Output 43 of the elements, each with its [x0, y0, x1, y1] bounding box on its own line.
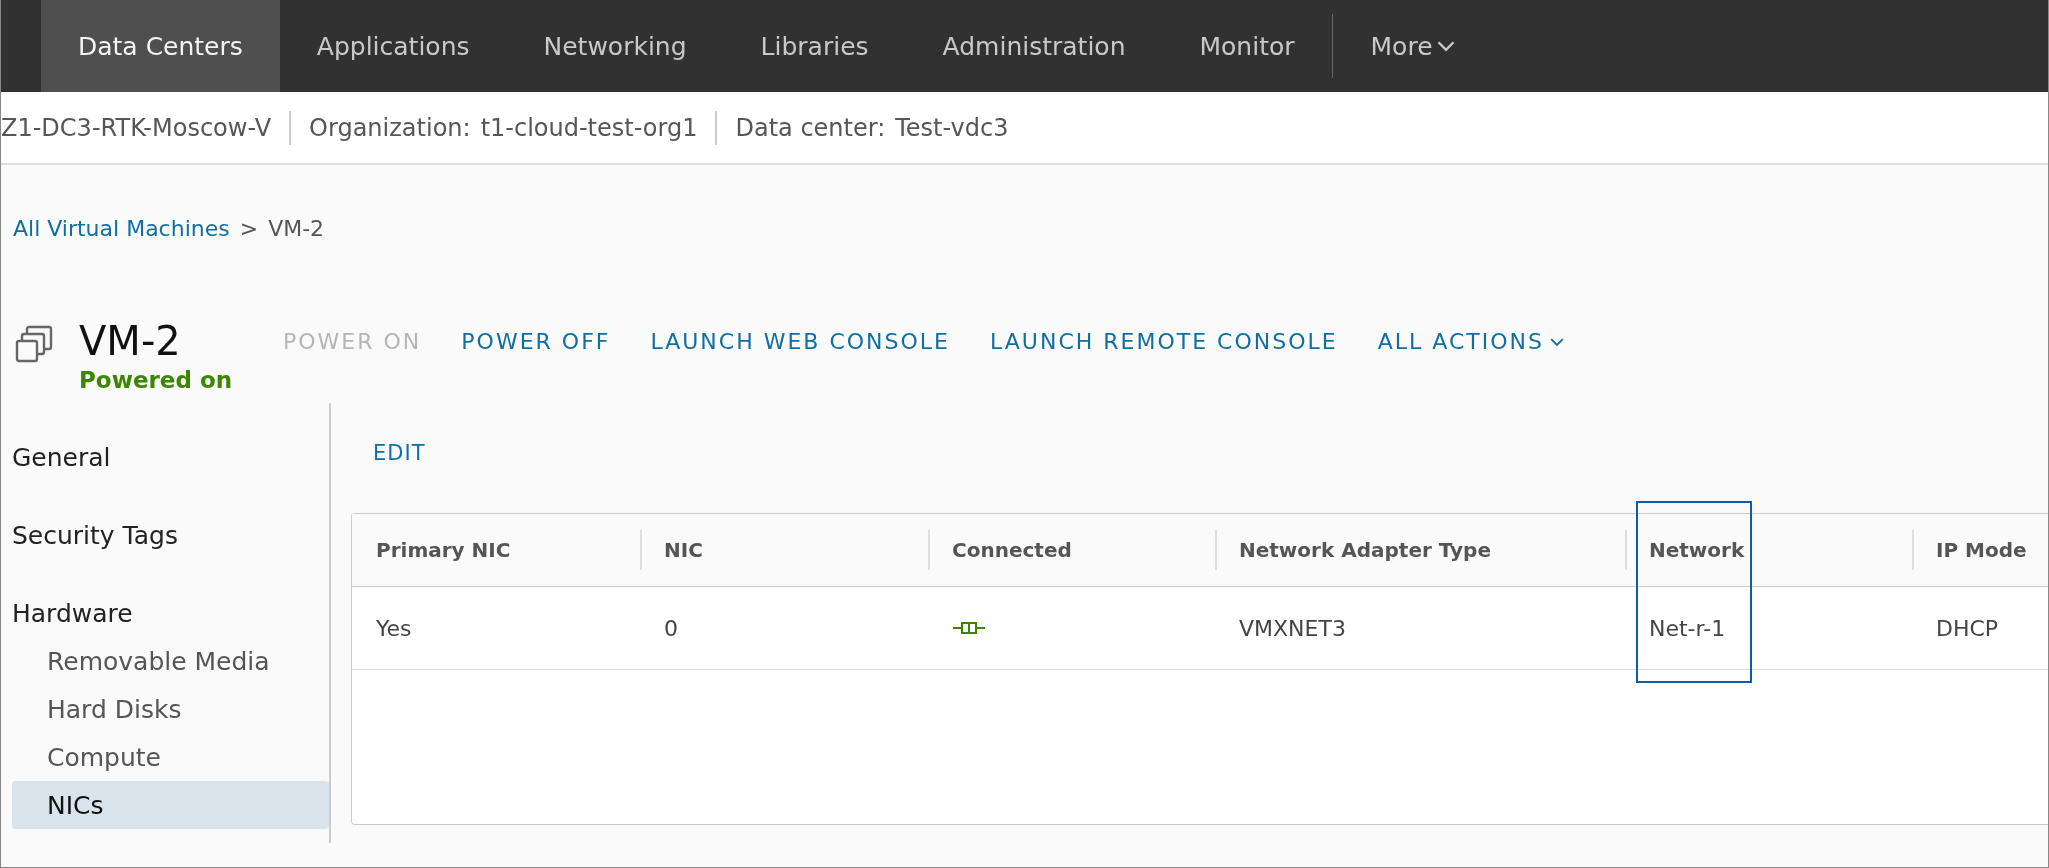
- nav-tab[interactable]: Monitor: [1162, 0, 1332, 92]
- vm-name: VM-2: [79, 317, 182, 366]
- table-cell: DHCP: [1936, 615, 1999, 641]
- breadcrumb-separator: >: [239, 215, 259, 241]
- power-status: Powered on: [79, 367, 234, 393]
- column-header[interactable]: IP Mode: [1912, 514, 2048, 586]
- action-button[interactable]: POWER OFF: [461, 329, 611, 354]
- nav-tab[interactable]: Applications: [279, 0, 507, 92]
- table-cell: VMXNET3: [1239, 615, 1346, 641]
- nav-tab[interactable]: Networking: [506, 0, 724, 92]
- sidebar-subitem[interactable]: Hard Disks: [12, 685, 329, 733]
- organization-label: Organization:: [309, 113, 471, 142]
- more-menu[interactable]: More: [1332, 0, 1493, 92]
- sidebar-item[interactable]: General: [1, 433, 329, 481]
- nav-tab[interactable]: Libraries: [723, 0, 906, 92]
- action-button[interactable]: LAUNCH REMOTE CONSOLE: [990, 329, 1338, 354]
- sidebar-item[interactable]: Security Tags: [1, 511, 329, 559]
- nav-tab[interactable]: Administration: [905, 0, 1163, 92]
- column-header[interactable]: Network Adapter Type: [1215, 514, 1625, 586]
- data-center-label: Data center:: [735, 113, 886, 142]
- table-cell: Yes: [376, 615, 412, 641]
- caret-icon: [1436, 40, 1455, 52]
- table-cell: 0: [664, 615, 678, 641]
- sidebar-subitem[interactable]: Compute: [12, 733, 329, 781]
- sidebar-subitem[interactable]: NICs: [12, 781, 329, 829]
- virtual-machine-icon: [15, 325, 55, 365]
- column-header[interactable]: Network: [1625, 514, 1912, 586]
- edit-button[interactable]: EDIT: [351, 433, 446, 473]
- data-center-value: Test-vdc3: [895, 113, 1009, 142]
- column-header[interactable]: Connected: [928, 514, 1215, 586]
- site-name: Z1-DC3-RTK-Moscow-V: [1, 113, 272, 142]
- table-cell: Net-r-1: [1649, 615, 1726, 641]
- action-button[interactable]: LAUNCH WEB CONSOLE: [650, 329, 951, 354]
- nav-tab[interactable]: Data Centers: [41, 0, 280, 92]
- column-header[interactable]: NIC: [640, 514, 928, 586]
- organization-value: t1-cloud-test-org1: [480, 113, 698, 142]
- action-button[interactable]: ALL ACTIONS: [1377, 329, 1564, 354]
- sidebar-subitem[interactable]: Removable Media: [12, 637, 329, 685]
- sidebar-item[interactable]: Hardware: [1, 589, 329, 637]
- breadcrumb-current: VM-2: [268, 215, 325, 241]
- caret-icon: [1549, 336, 1564, 347]
- column-header[interactable]: Primary NIC: [352, 514, 640, 586]
- breadcrumb-link[interactable]: All Virtual Machines: [13, 215, 230, 241]
